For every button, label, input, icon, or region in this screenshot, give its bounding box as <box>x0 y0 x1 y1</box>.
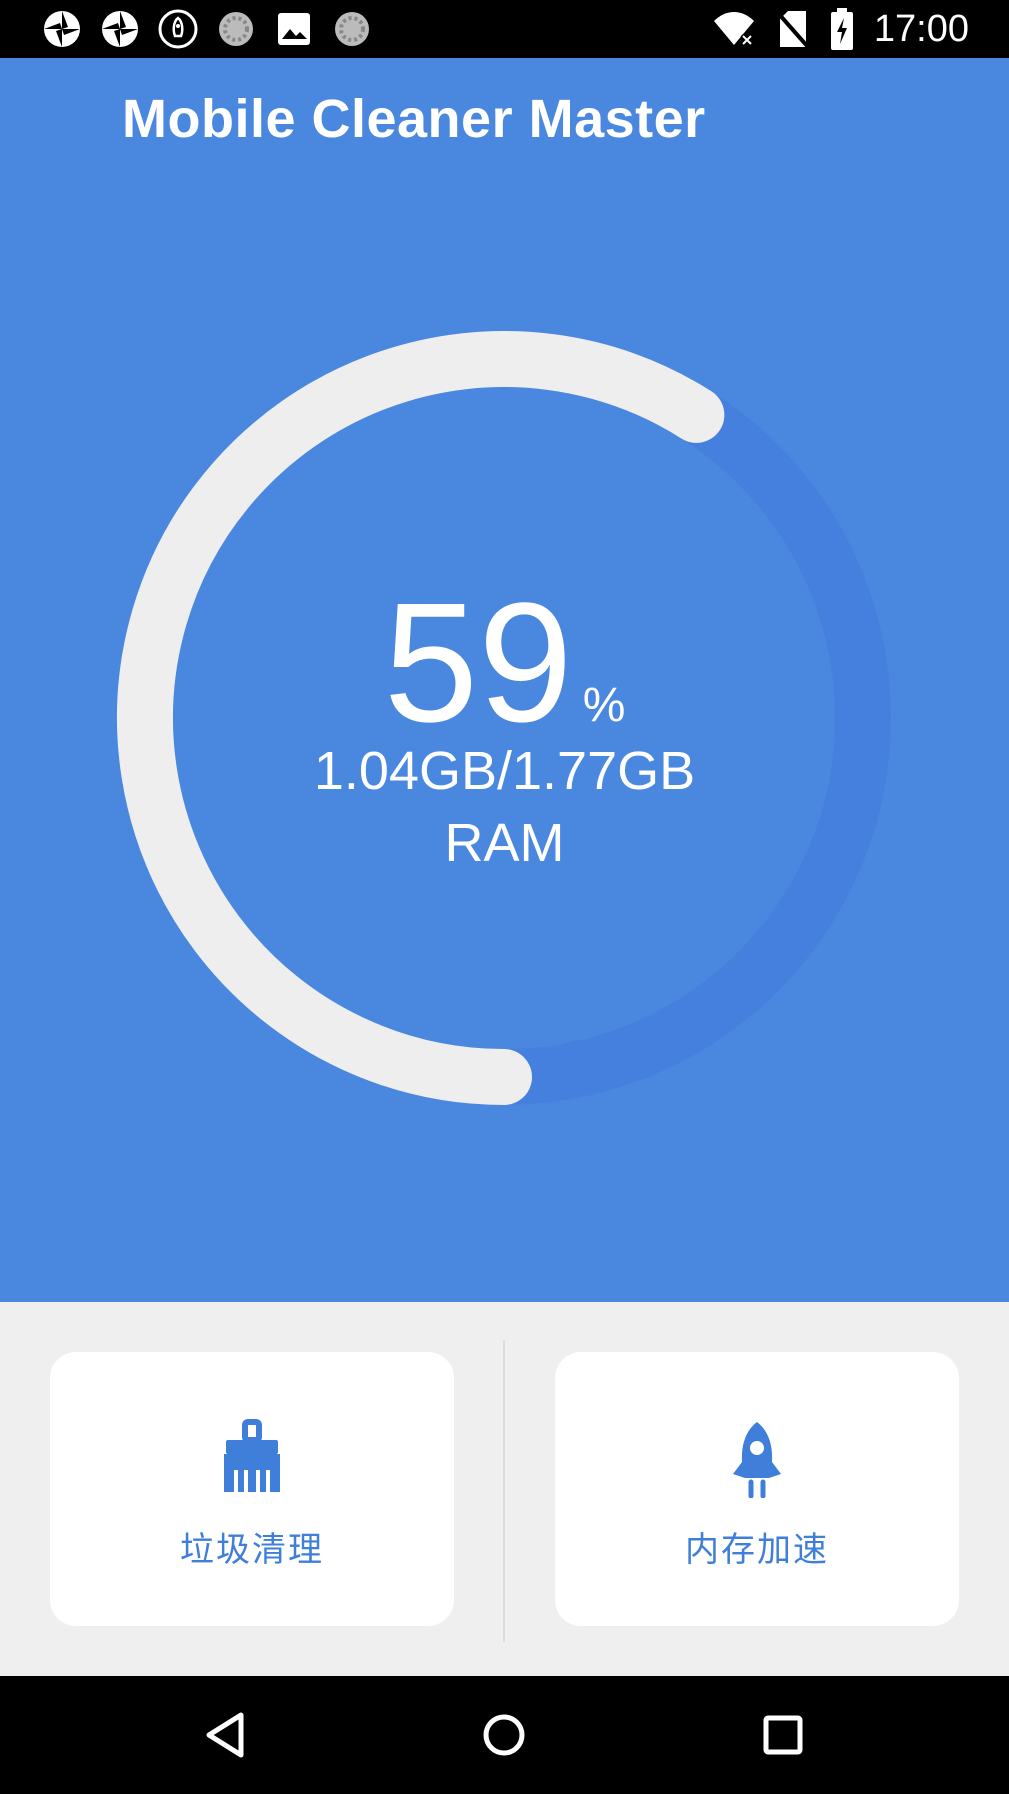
home-icon[interactable] <box>478 1709 530 1761</box>
back-icon[interactable] <box>201 1709 253 1761</box>
notification-icons <box>42 9 372 49</box>
memory-boost-label: 内存加速 <box>685 1531 829 1569</box>
aperture-icon <box>102 11 138 47</box>
clock: 17:00 <box>873 7 969 50</box>
junk-clean-button[interactable]: 垃圾清理 <box>50 1352 454 1626</box>
rocket-icon <box>733 1422 781 1498</box>
navigation-bar <box>0 1676 1009 1794</box>
status-bar: 17:00 <box>0 0 1009 58</box>
system-indicators: 17:00 <box>712 6 969 52</box>
aperture-icon <box>44 11 80 47</box>
battery-charging-icon <box>830 8 853 50</box>
rocket-badge-icon <box>158 9 198 49</box>
image-icon <box>278 13 310 45</box>
memory-boost-button[interactable]: 内存加速 <box>555 1352 959 1626</box>
panel-divider <box>503 1340 505 1642</box>
spinner-icon <box>335 12 369 46</box>
no-sim-icon <box>776 11 810 49</box>
wifi-off-icon <box>713 12 754 47</box>
usage-percent-value: 59 <box>383 568 573 758</box>
usage-percent: 59% <box>0 578 1009 748</box>
hero-panel: Mobile Cleaner Master 59% 1.04GB/1.77GB … <box>0 58 1009 1302</box>
broom-icon <box>224 1419 280 1492</box>
junk-clean-label: 垃圾清理 <box>180 1531 324 1569</box>
recents-icon[interactable] <box>757 1709 809 1761</box>
action-panel: 垃圾清理 内存加速 <box>0 1302 1009 1676</box>
memory-label: RAM <box>444 813 565 873</box>
usage-percent-unit: % <box>582 679 626 732</box>
spinner-icon <box>219 12 253 46</box>
memory-used-total: 1.04GB/1.77GB <box>313 741 696 801</box>
